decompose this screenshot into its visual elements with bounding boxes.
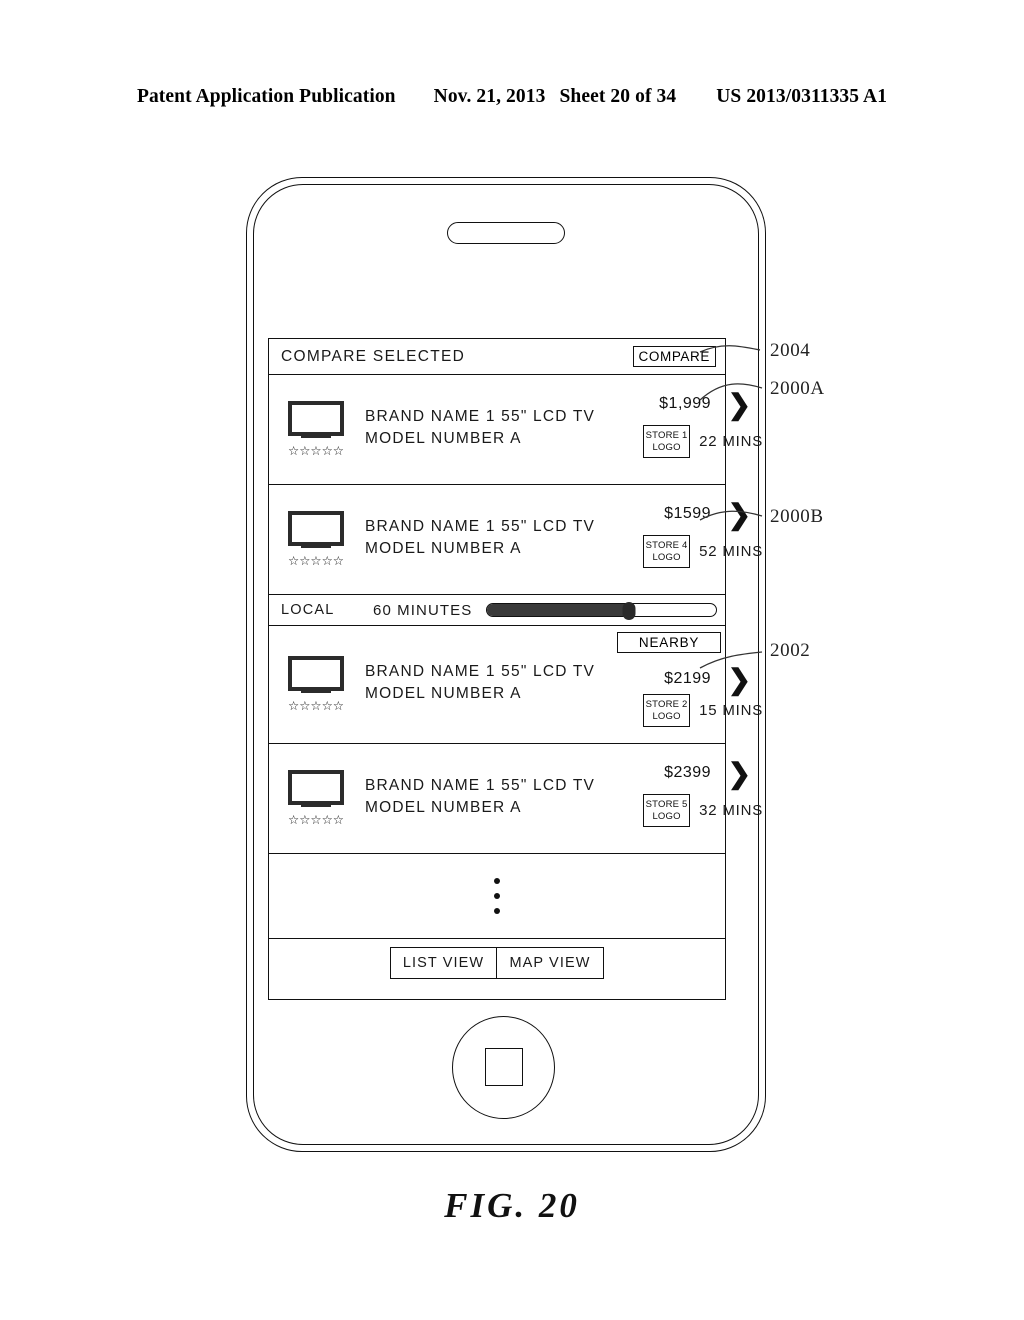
phone-screen: COMPARE SELECTED COMPARE ☆☆☆☆☆ BRAND NAM…	[268, 338, 762, 1000]
product-info: BRAND NAME 1 55" LCD TV MODEL NUMBER A	[349, 775, 595, 818]
product-model: MODEL NUMBER A	[365, 684, 522, 702]
list-view-button[interactable]: LIST VIEW	[390, 947, 497, 979]
store-logo-line2: LOGO	[652, 551, 681, 563]
tv-icon	[288, 770, 344, 806]
product-name: BRAND NAME 1 55" LCD TV	[365, 777, 596, 795]
product-meta: $1599 ❯ STORE 4 LOGO 52 MINS	[595, 485, 762, 594]
product-thumbnail: ☆☆☆☆☆	[283, 401, 349, 458]
product-info: BRAND NAME 1 55" LCD TV MODEL NUMBER A	[349, 406, 595, 449]
product-model: MODEL NUMBER A	[365, 539, 522, 557]
tv-icon	[288, 656, 344, 692]
ref-numeral-2000A: 2000A	[770, 378, 825, 399]
patent-header: Patent Application Publication Nov. 21, …	[0, 86, 1024, 108]
ref-numeral-2000B: 2000B	[770, 506, 824, 527]
store-logo: STORE 1 LOGO	[643, 425, 691, 458]
product-name: BRAND NAME 1 55" LCD TV	[365, 663, 596, 681]
slider-knob[interactable]	[622, 602, 636, 620]
product-thumbnail: ☆☆☆☆☆	[283, 511, 349, 568]
store-logo-line2: LOGO	[652, 710, 681, 722]
ref-numeral-2004: 2004	[770, 340, 811, 361]
product-row[interactable]: ☆☆☆☆☆ BRAND NAME 1 55" LCD TV MODEL NUMB…	[269, 744, 762, 854]
tv-icon	[288, 401, 344, 437]
compare-button[interactable]: COMPARE	[632, 346, 716, 367]
patent-number: US 2013/0311335 A1	[716, 86, 888, 107]
chevron-right-icon[interactable]: ❯	[728, 760, 751, 788]
publication-label: Patent Application Publication	[136, 86, 396, 107]
figure-caption: FIG. 20	[444, 1186, 580, 1225]
slider-value-label: 60 MINUTES	[373, 601, 473, 619]
speaker-slot-icon	[447, 222, 565, 244]
product-row[interactable]: ☆☆☆☆☆ BRAND NAME 1 55" LCD TV MODEL NUMB…	[269, 626, 762, 744]
chevron-right-icon[interactable]: ❯	[728, 666, 751, 694]
map-view-button[interactable]: MAP VIEW	[497, 947, 604, 979]
rating-stars: ☆☆☆☆☆	[287, 699, 345, 714]
home-button-square-icon	[485, 1048, 523, 1086]
store-logo-line1: STORE 1	[645, 430, 688, 442]
nearby-badge[interactable]: NEARBY	[617, 632, 722, 653]
product-price: $2199	[664, 670, 712, 687]
screen-header-bar: COMPARE SELECTED COMPARE	[269, 339, 725, 375]
product-model: MODEL NUMBER A	[365, 798, 522, 816]
product-info: BRAND NAME 1 55" LCD TV MODEL NUMBER A	[349, 516, 595, 559]
travel-time: 52 MINS	[699, 543, 764, 560]
sheet-number: Sheet 20 of 34	[559, 86, 677, 107]
chevron-right-icon[interactable]: ❯	[728, 391, 751, 419]
rating-stars: ☆☆☆☆☆	[287, 813, 345, 828]
more-results-row	[269, 854, 725, 939]
slider-left-label: LOCAL	[281, 602, 335, 618]
rating-stars: ☆☆☆☆☆	[287, 444, 345, 459]
store-logo-line1: STORE 4	[645, 540, 688, 552]
product-price: $1,999	[659, 395, 712, 412]
product-info: BRAND NAME 1 55" LCD TV MODEL NUMBER A	[349, 661, 595, 704]
product-price: $1599	[664, 505, 712, 522]
store-logo: STORE 2 LOGO	[643, 694, 691, 727]
vertical-ellipsis-icon	[494, 878, 500, 914]
store-logo: STORE 4 LOGO	[643, 535, 691, 568]
store-logo-line2: LOGO	[652, 441, 681, 453]
ref-numeral-2002: 2002	[770, 640, 811, 661]
publication-date: Nov. 21, 2013	[433, 86, 546, 107]
store-logo: STORE 5 LOGO	[643, 794, 691, 827]
travel-time: 22 MINS	[699, 433, 764, 450]
distance-slider-row[interactable]: LOCAL 60 MINUTES	[269, 595, 725, 626]
store-logo-line1: STORE 5	[645, 799, 688, 811]
chevron-right-icon[interactable]: ❯	[728, 501, 751, 529]
tv-icon	[288, 511, 344, 547]
rating-stars: ☆☆☆☆☆	[287, 554, 345, 569]
travel-time: 32 MINS	[699, 802, 764, 819]
travel-time: 15 MINS	[699, 702, 764, 719]
view-toggle-bar: LIST VIEW MAP VIEW	[269, 939, 725, 999]
product-price: $2399	[664, 764, 712, 781]
product-meta: $1,999 ❯ STORE 1 LOGO 22 MINS	[595, 375, 762, 484]
page-title: COMPARE SELECTED	[281, 347, 466, 365]
product-thumbnail: ☆☆☆☆☆	[283, 770, 349, 827]
slider-track[interactable]	[486, 602, 717, 620]
product-thumbnail: ☆☆☆☆☆	[283, 656, 349, 713]
slider-fill	[487, 604, 630, 616]
store-logo-line1: STORE 2	[645, 699, 688, 711]
product-row[interactable]: ☆☆☆☆☆ BRAND NAME 1 55" LCD TV MODEL NUMB…	[269, 485, 762, 595]
view-segmented-control: LIST VIEW MAP VIEW	[390, 947, 604, 979]
product-name: BRAND NAME 1 55" LCD TV	[365, 408, 596, 426]
product-meta: $2399 ❯ STORE 5 LOGO 32 MINS	[595, 744, 762, 853]
product-row[interactable]: ☆☆☆☆☆ BRAND NAME 1 55" LCD TV MODEL NUMB…	[269, 375, 762, 485]
product-meta: NEARBY $2199 ❯ STORE 2 LOGO 15 MINS	[595, 626, 762, 743]
product-name: BRAND NAME 1 55" LCD TV	[365, 518, 596, 536]
store-logo-line2: LOGO	[652, 810, 681, 822]
product-model: MODEL NUMBER A	[365, 429, 522, 447]
